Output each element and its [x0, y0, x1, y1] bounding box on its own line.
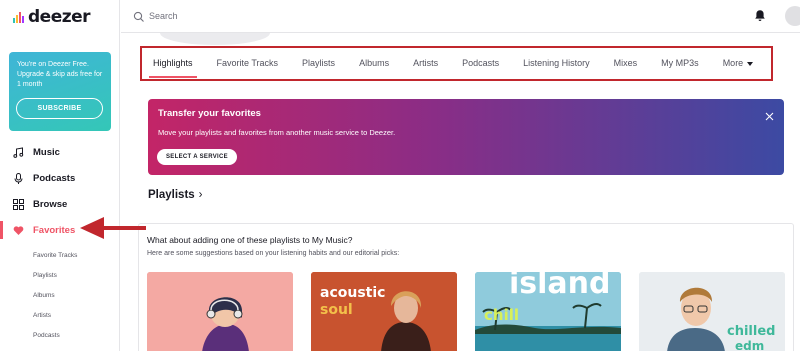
- tab-my-mp3s[interactable]: My MP3s: [649, 48, 711, 79]
- playlist-suggestions: What about adding one of these playlists…: [138, 223, 794, 351]
- heart-icon: [13, 225, 24, 236]
- tab-listening-history[interactable]: Listening History: [511, 48, 602, 79]
- sub-item-artists[interactable]: Artists: [33, 306, 77, 326]
- tab-mixes[interactable]: Mixes: [602, 48, 650, 79]
- sidebar-item-label: Browse: [33, 198, 68, 210]
- suggestions-subtitle: Here are some suggestions based on your …: [147, 250, 400, 257]
- suggestions-title: What about adding one of these playlists…: [147, 235, 353, 245]
- sidebar: deezer You're on Deezer Free. Upgrade & …: [0, 0, 120, 351]
- playlist-card[interactable]: [147, 272, 293, 351]
- playlist-card[interactable]: acoustic soul: [311, 272, 457, 351]
- search-icon: [133, 10, 145, 22]
- annotation-arrow-icon: [80, 217, 146, 239]
- microphone-icon: [13, 172, 24, 184]
- sub-item-favorite-tracks[interactable]: Favorite Tracks: [33, 246, 77, 266]
- tab-more[interactable]: More: [711, 48, 766, 79]
- favorites-tabs: Highlights Favorite Tracks Playlists Alb…: [141, 48, 765, 79]
- tab-playlists[interactable]: Playlists: [290, 48, 347, 79]
- tab-more-label: More: [722, 58, 744, 68]
- lofi-girl-artwork: [147, 272, 293, 351]
- playlist-card[interactable]: island chill: [475, 272, 621, 351]
- sidebar-item-label: Music: [33, 146, 60, 158]
- logo-equalizer-icon: [13, 11, 24, 23]
- sidebar-item-label: Podcasts: [33, 172, 76, 184]
- section-title-text: Playlists: [148, 189, 195, 201]
- profile-header-art: [160, 33, 270, 45]
- tab-favorite-tracks[interactable]: Favorite Tracks: [205, 48, 291, 79]
- sub-item-playlists[interactable]: Playlists: [33, 266, 77, 286]
- avatar[interactable]: [785, 6, 800, 26]
- close-icon[interactable]: [765, 108, 774, 121]
- card-title: island: [509, 272, 611, 301]
- deezer-page: deezer You're on Deezer Free. Upgrade & …: [0, 0, 800, 351]
- music-note-icon: [13, 146, 24, 158]
- tab-artists[interactable]: Artists: [401, 48, 450, 79]
- bell-icon[interactable]: [754, 9, 766, 22]
- caret-down-icon: [747, 61, 754, 66]
- deezer-logo[interactable]: deezer: [13, 7, 91, 27]
- card-subtitle: edm: [735, 339, 765, 351]
- transfer-banner: Transfer your favorites Move your playli…: [148, 99, 784, 175]
- card-title: chilled: [727, 324, 776, 339]
- sidebar-item-label: Favorites: [33, 224, 76, 236]
- sub-item-podcasts[interactable]: Podcasts: [33, 326, 77, 346]
- search-input[interactable]: [149, 8, 449, 24]
- sidebar-item-music[interactable]: Music: [0, 139, 120, 165]
- card-title: acoustic: [320, 285, 386, 301]
- banner-title: Transfer your favorites: [158, 108, 261, 119]
- chevron-right-icon: ›: [198, 189, 203, 201]
- tab-podcasts[interactable]: Podcasts: [450, 48, 511, 79]
- tab-albums[interactable]: Albums: [347, 48, 401, 79]
- top-bar: [121, 0, 800, 33]
- grid-icon: [13, 198, 24, 210]
- favorites-sub-nav: Favorite Tracks Playlists Albums Artists…: [33, 246, 77, 346]
- sidebar-item-podcasts[interactable]: Podcasts: [0, 165, 120, 191]
- select-service-button[interactable]: SELECT A SERVICE: [157, 149, 237, 165]
- playlist-cards: acoustic soul island chill chilled edm: [147, 272, 785, 351]
- tab-highlights[interactable]: Highlights: [141, 48, 205, 79]
- card-subtitle: chill: [484, 306, 519, 324]
- logo-text: deezer: [28, 7, 91, 27]
- playlist-card[interactable]: chilled edm: [639, 272, 785, 351]
- promo-card: You're on Deezer Free. Upgrade & skip ad…: [9, 52, 111, 131]
- playlists-section-title[interactable]: Playlists ›: [148, 189, 203, 201]
- card-subtitle: soul: [320, 302, 353, 318]
- sub-item-albums[interactable]: Albums: [33, 286, 77, 306]
- promo-text: You're on Deezer Free. Upgrade & skip ad…: [17, 61, 103, 88]
- banner-text: Move your playlists and favorites from a…: [158, 128, 396, 137]
- subscribe-button[interactable]: SUBSCRIBE: [16, 98, 103, 119]
